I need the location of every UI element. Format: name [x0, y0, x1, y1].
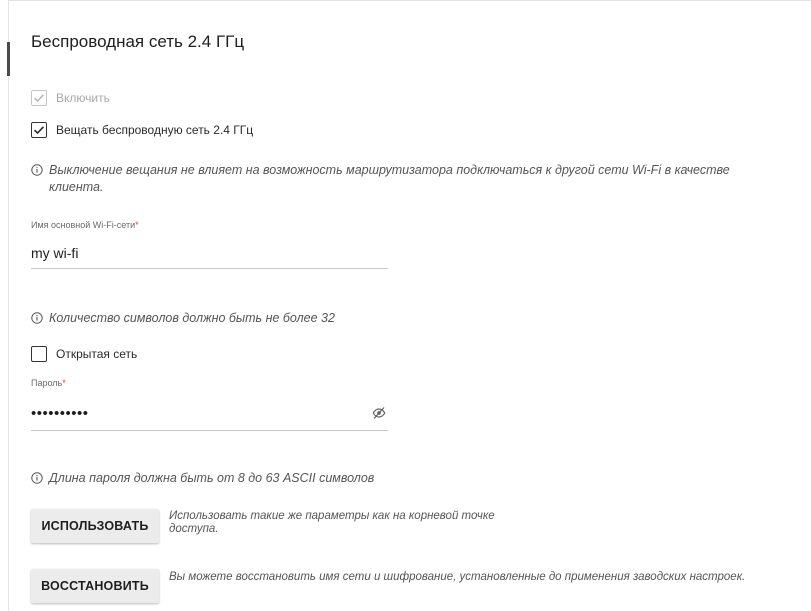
use-button-description: Использовать такие же параметры как на к… [169, 510, 495, 535]
password-field [31, 402, 388, 431]
wifi-settings-panel: Беспроводная сеть 2.4 ГГц Включить Вещат… [0, 0, 811, 611]
broadcast-info: Выключение вещания не влияет на возможно… [31, 162, 771, 196]
open-network-label: Открытая сеть [56, 347, 138, 361]
eye-slash-icon[interactable] [372, 406, 386, 420]
restore-button[interactable]: ВОССТАНОВИТЬ [31, 569, 159, 603]
info-icon [31, 312, 43, 324]
ssid-hint-text: Количество символов должно быть не более… [49, 311, 335, 325]
password-label: Пароль* [31, 378, 66, 388]
section-accent-bar [7, 42, 10, 76]
checkmark-icon [33, 94, 45, 103]
ssid-field [31, 242, 388, 269]
ssid-label-text: Имя основной Wi-Fi-сети [31, 220, 136, 230]
enable-checkbox-row: Включить [31, 88, 110, 108]
broadcast-label: Вещать беспроводную сеть 2.4 ГГц [56, 123, 254, 137]
required-mark: * [135, 220, 139, 230]
restore-button-description: Вы можете восстановить имя сети и шифров… [169, 571, 746, 583]
info-icon [31, 472, 43, 484]
required-mark: * [62, 378, 66, 388]
section-title: Беспроводная сеть 2.4 ГГц [31, 32, 245, 51]
info-icon [31, 164, 43, 176]
password-hint: Длина пароля должна быть от 8 до 63 ASCI… [31, 470, 374, 487]
broadcast-checkbox-row[interactable]: Вещать беспроводную сеть 2.4 ГГц [31, 120, 253, 140]
broadcast-info-text: Выключение вещания не влияет на возможно… [49, 163, 730, 194]
enable-checkbox [31, 90, 47, 106]
password-input[interactable] [31, 402, 351, 424]
password-label-text: Пароль [31, 378, 63, 388]
ssid-hint: Количество символов должно быть не более… [31, 310, 335, 327]
ssid-label: Имя основной Wi-Fi-сети* [31, 220, 139, 230]
enable-label: Включить [56, 91, 110, 105]
password-hint-text: Длина пароля должна быть от 8 до 63 ASCI… [49, 471, 375, 485]
checkmark-icon [33, 126, 45, 135]
open-network-checkbox[interactable] [31, 346, 47, 362]
ssid-input[interactable] [31, 242, 351, 264]
open-network-checkbox-row[interactable]: Открытая сеть [31, 344, 137, 364]
panel-top-border [8, 0, 811, 1]
use-button[interactable]: ИСПОЛЬЗОВАТЬ [31, 509, 159, 543]
panel-left-border [8, 0, 9, 611]
broadcast-checkbox[interactable] [31, 122, 47, 138]
